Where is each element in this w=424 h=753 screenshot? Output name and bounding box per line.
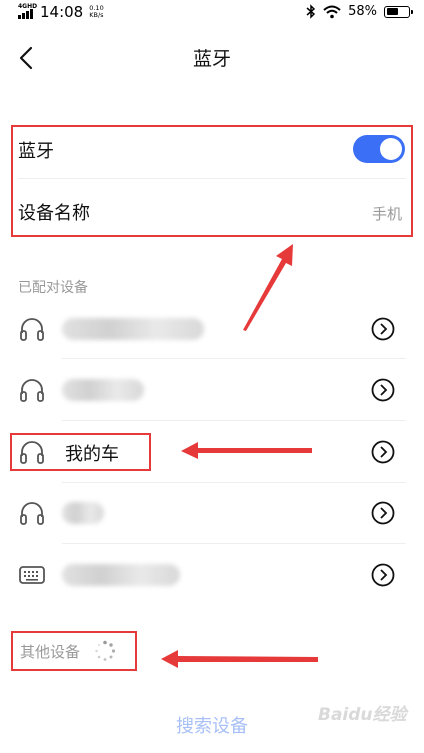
paired-devices-title: 已配对设备: [18, 280, 88, 296]
annotation-box-car: [10, 433, 151, 471]
headphones-icon: [20, 318, 44, 341]
nav-bar: 蓝牙: [0, 30, 424, 86]
row-divider: [62, 358, 406, 359]
battery-icon: [384, 5, 413, 18]
headphones-icon: [20, 502, 44, 525]
clock: 14:08: [40, 3, 84, 21]
annotation-box-other: [11, 631, 137, 671]
row-divider: [62, 482, 406, 483]
device-details-button[interactable]: [371, 378, 395, 402]
cellular-signal-icon: 4GHD: [16, 3, 38, 21]
device-details-button[interactable]: [371, 563, 395, 587]
keyboard-icon: [19, 566, 45, 584]
paired-device-name-blurred: [62, 564, 180, 586]
network-speed: 0.10 KB/s: [89, 4, 104, 19]
header-divider: [0, 105, 424, 115]
paired-device-name-blurred: [62, 379, 144, 401]
wifi-icon: [323, 5, 341, 18]
paired-device-name-blurred: [62, 502, 104, 524]
baidu-watermark: Baidu经验: [318, 705, 407, 725]
device-details-button[interactable]: [371, 440, 395, 464]
device-details-button[interactable]: [371, 317, 395, 341]
page-title: 蓝牙: [192, 48, 231, 70]
annotation-box-settings: [11, 125, 413, 237]
row-divider: [62, 420, 406, 421]
row-divider: [62, 543, 406, 544]
headphones-icon: [20, 379, 44, 402]
battery-percent: 58%: [348, 4, 377, 19]
device-details-button[interactable]: [371, 501, 395, 525]
bluetooth-icon: [306, 4, 316, 19]
paired-device-name-blurred: [62, 318, 204, 340]
status-bar: 4GHD 14:08 0.10 KB/s 58%: [0, 0, 424, 26]
